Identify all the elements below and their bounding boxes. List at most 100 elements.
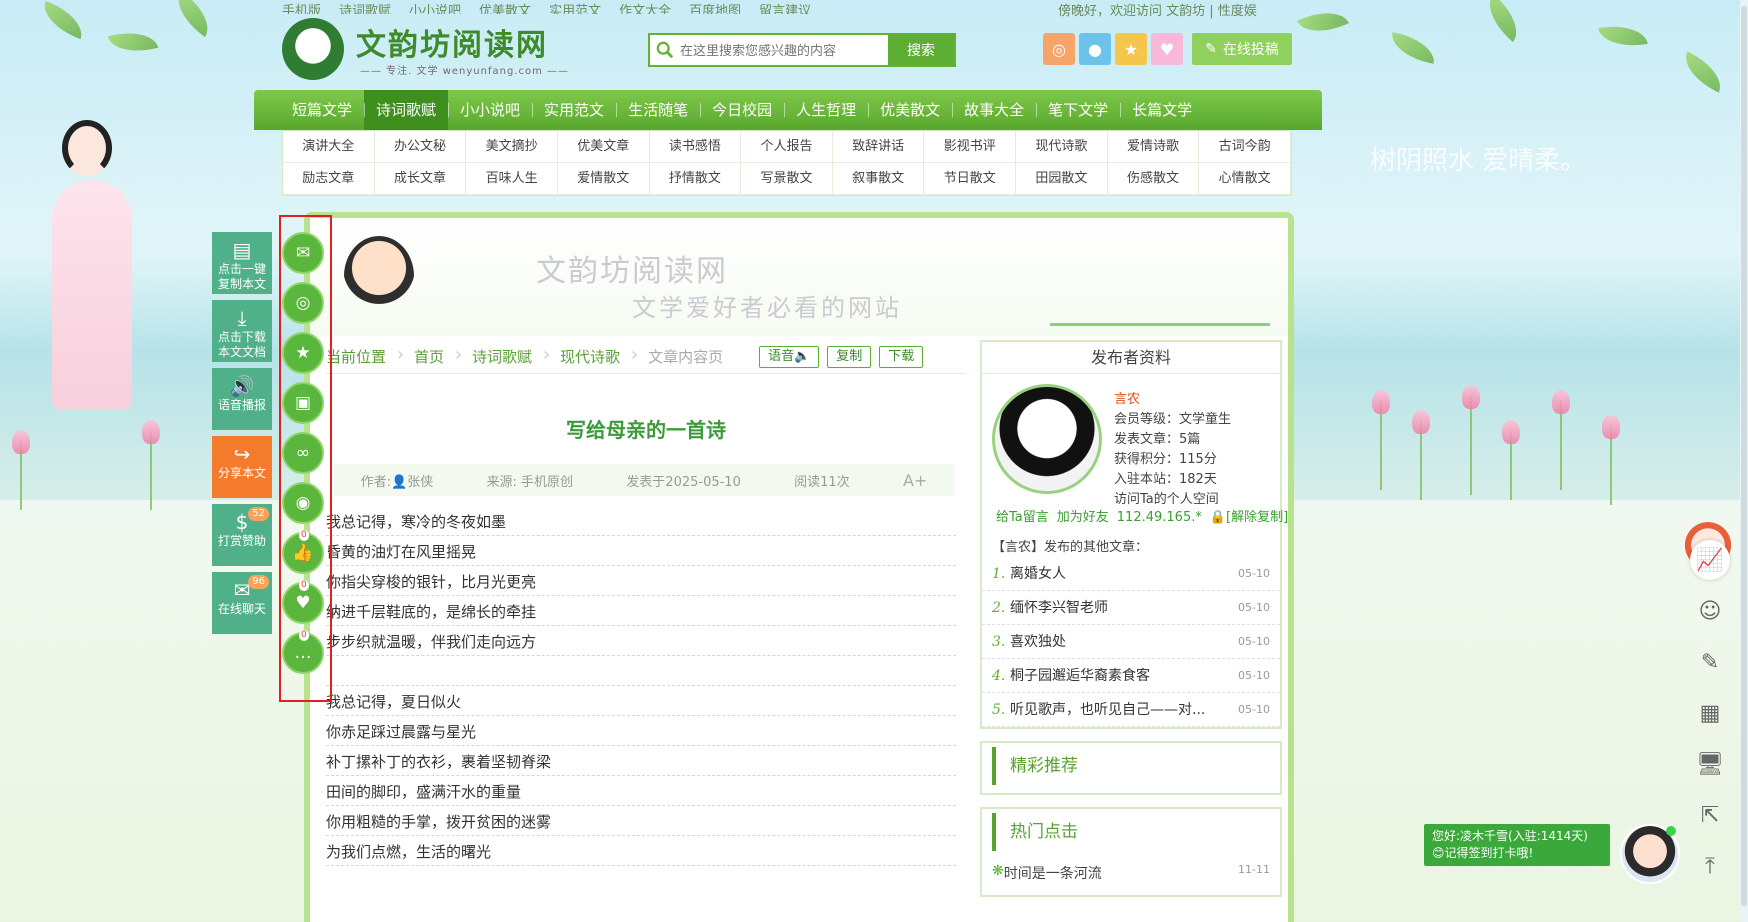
list-item[interactable]: 2. 缅怀李兴智老师 05-10	[982, 591, 1280, 625]
subnav-item[interactable]: 成长文章	[374, 163, 467, 195]
social-icons: ◎ ● ★ ♥	[1043, 33, 1183, 65]
publisher-action-link[interactable]: 加为好友	[1057, 510, 1109, 525]
nav-item[interactable]: 人生哲理	[784, 90, 868, 130]
scrollbar-thumb[interactable]	[1741, 6, 1747, 906]
subnav-item[interactable]: 演讲大全	[283, 131, 375, 163]
list-item[interactable]: 3. 喜欢独处 05-10	[982, 625, 1280, 659]
publisher-name[interactable]: 言农	[1114, 388, 1140, 407]
subnav-item[interactable]: 心情散文	[1199, 163, 1291, 195]
top-link[interactable]: 留言建议	[759, 4, 811, 14]
toolbar-label: 在线聊天	[217, 602, 266, 616]
subnav-item[interactable]: 叙事散文	[832, 163, 925, 195]
font-size-button[interactable]: A+	[903, 471, 927, 490]
top-link[interactable]: 百度地图	[689, 4, 741, 14]
banner-kid-illustration	[344, 236, 414, 316]
top-link[interactable]: 诗词歌赋	[339, 4, 391, 14]
chart-icon[interactable]: 📈	[1690, 540, 1730, 580]
girl-illustration	[40, 110, 160, 470]
money-button[interactable]: $ 打赏赞助 52	[212, 504, 272, 566]
publisher-action-link[interactable]: 🔒[解除复制]	[1210, 510, 1288, 525]
qq-icon[interactable]: ●	[1079, 33, 1111, 65]
nav-item[interactable]: 生活随笔	[616, 90, 700, 130]
article-action-button[interactable]: 复制	[827, 345, 872, 368]
share-button[interactable]: ↪ 分享本文	[212, 436, 272, 498]
qrcode-icon[interactable]: ▦	[1690, 693, 1730, 733]
subnav-item[interactable]: 优美文章	[557, 131, 650, 163]
subnav-item[interactable]: 美文摘抄	[466, 131, 558, 163]
nav-item[interactable]: 长篇文学	[1120, 90, 1204, 130]
avatar[interactable]	[992, 384, 1102, 494]
article-action-button[interactable]: 语音🔈	[759, 345, 820, 368]
edit-icon[interactable]: ✎	[1690, 642, 1730, 682]
scrollbar[interactable]	[1740, 0, 1748, 922]
subnav-item[interactable]: 个人报告	[741, 131, 833, 163]
nav-item[interactable]: 优美散文	[868, 90, 952, 130]
subnav-item[interactable]: 抒情散文	[649, 163, 742, 195]
speaker-button[interactable]: 🔊 语音播报	[212, 368, 272, 430]
subnav-item[interactable]: 百味人生	[466, 163, 558, 195]
nav-item[interactable]: 实用范文	[532, 90, 616, 130]
list-item[interactable]: 4. 桐子园邂逅华裔素食客 05-10	[982, 659, 1280, 693]
breadcrumb-item[interactable]: 诗词歌赋	[472, 344, 550, 367]
logo-subtitle: —— 专注. 文学 wenyunfang.com ——	[360, 66, 570, 77]
share-icon[interactable]: ⇱	[1690, 795, 1730, 835]
breadcrumb-item[interactable]: 现代诗歌	[560, 344, 638, 367]
search-button[interactable]: 搜索	[888, 35, 954, 65]
chat-button[interactable]: ✉ 在线聊天 96	[212, 572, 272, 634]
nav-item[interactable]: 诗词歌赋	[364, 90, 449, 130]
list-item[interactable]: 5. 听见歌声，也听见自己——对... 05-10	[982, 693, 1280, 727]
nav-item[interactable]: 今日校园	[700, 90, 784, 130]
top-link[interactable]: 实用范文	[549, 4, 601, 14]
subnav-item[interactable]: 古词今韵	[1199, 131, 1291, 163]
subnav-item[interactable]: 读书感悟	[649, 131, 742, 163]
subnav-item[interactable]: 影视书评	[924, 131, 1017, 163]
site-logo[interactable]: 文韵坊阅读网 —— 专注. 文学 wenyunfang.com ——	[282, 18, 572, 80]
list-item[interactable]: 1. 离婚女人 05-10	[982, 557, 1280, 591]
subnav-item[interactable]: 爱情诗歌	[1107, 131, 1200, 163]
article-author[interactable]: 作者:👤张侠	[361, 471, 434, 490]
subnav-item[interactable]: 田园散文	[1016, 163, 1108, 195]
search-bar: 搜索	[648, 33, 956, 67]
top-link[interactable]: 手机版	[282, 4, 321, 14]
article-action-button[interactable]: 下载	[879, 345, 924, 368]
list-title[interactable]: 缅怀李兴智老师	[1010, 591, 1238, 624]
welcome-message[interactable]: 您好:凌木千雪(入驻:1414天) 😊记得签到打卡哦!	[1424, 824, 1610, 866]
nav-item[interactable]: 笔下文学	[1036, 90, 1120, 130]
subnav-item[interactable]: 办公文秘	[374, 131, 467, 163]
subnav-item[interactable]: 节日散文	[924, 163, 1017, 195]
star-icon[interactable]: ★	[1115, 33, 1147, 65]
nav-item[interactable]: 短篇文学	[280, 90, 364, 130]
subnav-item[interactable]: 写景散文	[741, 163, 833, 195]
submit-article-button[interactable]: ✎ 在线投稿	[1192, 33, 1292, 65]
nav-item[interactable]: 小小说吧	[448, 90, 532, 130]
publisher-days: 入驻本站：182天	[1114, 472, 1217, 487]
list-date: 11-11	[1238, 863, 1270, 876]
weibo-icon[interactable]: ◎	[1043, 33, 1075, 65]
list-title[interactable]: 时间是一条河流	[1004, 863, 1102, 883]
smile-icon[interactable]: ☺	[1690, 591, 1730, 631]
subnav-item[interactable]: 励志文章	[283, 163, 375, 195]
publisher-action-link[interactable]: 112.49.165.*	[1117, 510, 1202, 525]
top-link[interactable]: 作文大全	[619, 4, 671, 14]
list-title[interactable]: 桐子园邂逅华裔素食客	[1010, 659, 1238, 692]
share-icon: ↪	[233, 442, 251, 466]
publisher-action-link[interactable]: 给Ta留言	[996, 510, 1049, 525]
subnav-item[interactable]: 致辞讲话	[832, 131, 925, 163]
list-item[interactable]: ❋ 时间是一条河流 11-11	[982, 851, 1280, 895]
subnav-item[interactable]: 爱情散文	[557, 163, 650, 195]
breadcrumb-item[interactable]: 首页	[414, 344, 462, 367]
search-input[interactable]	[680, 35, 880, 65]
nav-item[interactable]: 故事大全	[952, 90, 1036, 130]
back-to-top-icon[interactable]: ⤒	[1690, 846, 1730, 886]
subnav-item[interactable]: 现代诗歌	[1016, 131, 1108, 163]
subnav-item[interactable]: 伤感散文	[1107, 163, 1200, 195]
top-link[interactable]: 小小说吧	[409, 4, 461, 14]
download-button[interactable]: ⤓ 点击下载 本文文档	[212, 300, 272, 362]
document-button[interactable]: ▤ 点击一键 复制本文	[212, 232, 272, 294]
list-title[interactable]: 喜欢独处	[1010, 625, 1238, 658]
list-title[interactable]: 离婚女人	[1010, 557, 1238, 590]
heart-icon[interactable]: ♥	[1151, 33, 1183, 65]
list-title[interactable]: 听见歌声，也听见自己——对...	[1010, 693, 1238, 726]
monitor-icon[interactable]: 🖥	[1690, 744, 1730, 784]
top-link[interactable]: 优美散文	[479, 4, 531, 14]
